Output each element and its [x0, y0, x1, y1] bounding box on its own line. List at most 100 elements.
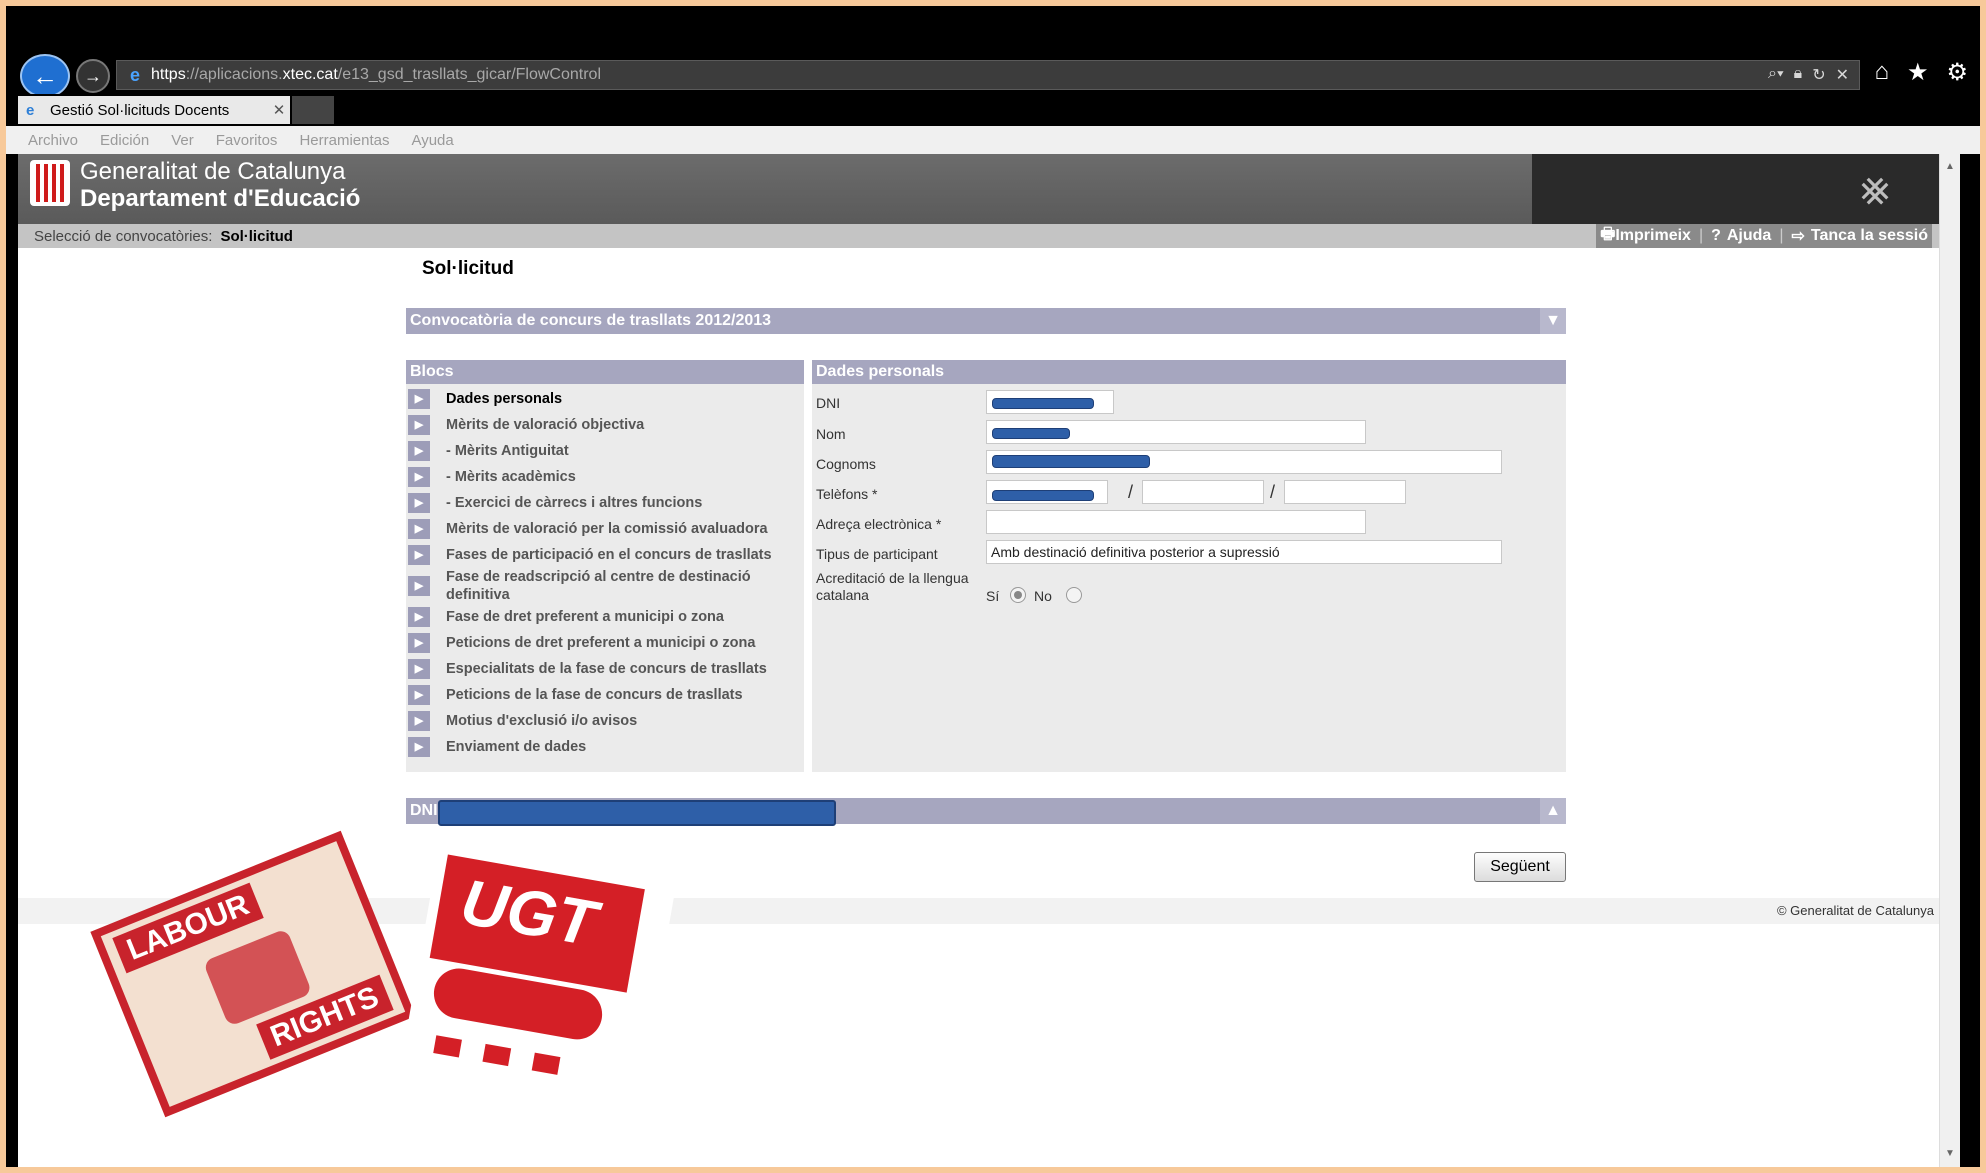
- emblem-icon: ⨳: [1860, 162, 1890, 215]
- dni-label: DNI: [816, 395, 841, 411]
- bloc-item[interactable]: ▶ Fase de dret preferent a municipi o zon…: [406, 604, 804, 630]
- bloc-item[interactable]: ▶ Motius d'exclusió i/o avisos: [406, 708, 804, 734]
- forward-button[interactable]: →: [76, 59, 110, 93]
- scrollbar[interactable]: ▲ ▼: [1939, 154, 1960, 1167]
- bloc-item[interactable]: ▶ Fase de readscripció al centre de desti…: [406, 568, 804, 604]
- arrow-right-icon: ▶: [408, 607, 430, 627]
- dades-personals-panel: Dades personals DNI Nom Cognoms Telèfons…: [812, 360, 1566, 772]
- close-icon[interactable]: ✕: [1836, 65, 1849, 85]
- new-tab-button[interactable]: [292, 96, 334, 124]
- generalitat-logo: [30, 160, 70, 206]
- arrow-right-icon: ▶: [408, 493, 430, 513]
- url-text: https://aplicacions.xtec.cat/e13_gsd_tra…: [151, 66, 602, 83]
- blocs-panel: Blocs ▶ Dades personals ▶ Mèrits de valora…: [406, 360, 804, 772]
- arrow-right-icon: ▶: [408, 633, 430, 653]
- page-viewport: Generalitat de Catalunya Departament d'E…: [18, 154, 1960, 1167]
- refresh-icon[interactable]: ↻: [1812, 65, 1825, 85]
- scroll-down-icon[interactable]: ▼: [1940, 1145, 1960, 1163]
- arrow-right-icon: ▶: [408, 519, 430, 539]
- tipus-label: Tipus de participant: [816, 546, 938, 562]
- blocs-header: Blocs: [406, 360, 804, 384]
- print-link[interactable]: Imprimeix: [1615, 227, 1691, 245]
- arrow-right-icon: →: [84, 65, 102, 86]
- logout-link[interactable]: Tanca la sessió: [1811, 227, 1928, 245]
- bloc-item[interactable]: ▶ Especialitats de la fase de concurs de …: [406, 656, 804, 682]
- star-icon[interactable]: ★: [1907, 58, 1929, 87]
- bloc-item[interactable]: ▶ Mèrits de valoració objectiva: [406, 412, 804, 438]
- back-button[interactable]: ←: [20, 54, 70, 98]
- print-icon: 🖶︎: [1600, 225, 1616, 243]
- menu-herramientas[interactable]: Herramientas: [299, 132, 389, 149]
- menu-archivo[interactable]: Archivo: [28, 132, 78, 149]
- cognoms-label: Cognoms: [816, 456, 876, 472]
- arrow-right-icon: ▶: [408, 737, 430, 757]
- telefon-2-field[interactable]: [1142, 480, 1264, 504]
- browser-window: ← → e https://aplicacions.xtec.cat/e13_g…: [6, 6, 1980, 1167]
- navigation-bar: ← → e https://aplicacions.xtec.cat/e13_g…: [6, 54, 1980, 98]
- bloc-item[interactable]: ▶ Peticions de dret preferent a municipi …: [406, 630, 804, 656]
- chevron-up-icon[interactable]: ▲: [1540, 798, 1566, 824]
- next-button[interactable]: Següent: [1474, 852, 1566, 882]
- radio-si[interactable]: [1010, 587, 1026, 603]
- arrow-right-icon: ▶: [408, 659, 430, 679]
- arrow-right-icon: ▶: [408, 389, 430, 409]
- org-name: Generalitat de Catalunya: [80, 158, 346, 185]
- breadcrumb-link[interactable]: Selecció de convocatòries:: [34, 228, 212, 245]
- labour-rights-logo: LABOUR RIGHTS: [90, 830, 416, 1118]
- bloc-item[interactable]: ▶ Dades personals: [406, 386, 804, 412]
- menu-ver[interactable]: Ver: [171, 132, 194, 149]
- header-links: 🖶︎ Imprimeix | ? Ajuda | ⇨ Tanca la sess…: [1596, 224, 1932, 248]
- email-field[interactable]: [986, 510, 1366, 534]
- menu-favoritos[interactable]: Favoritos: [216, 132, 278, 149]
- help-icon: ?: [1711, 227, 1721, 244]
- scroll-up-icon[interactable]: ▲: [1940, 158, 1960, 176]
- bloc-item[interactable]: ▶ - Mèrits acadèmics: [406, 464, 804, 490]
- logout-icon: ⇨: [1791, 228, 1805, 245]
- bloc-item[interactable]: ▶ - Exercici de càrrecs i altres funcions: [406, 490, 804, 516]
- home-icon[interactable]: ⌂: [1874, 58, 1889, 87]
- bloc-item[interactable]: ▶ - Mèrits Antiguitat: [406, 438, 804, 464]
- acreditacio-label: Acreditació de la llengua catalana: [816, 570, 969, 603]
- redaction-bar: [992, 398, 1094, 409]
- breadcrumb-current: Sol·licitud: [220, 227, 293, 245]
- arrow-right-icon: ▶: [408, 441, 430, 461]
- radio-no[interactable]: [1066, 587, 1082, 603]
- ie-icon: e: [26, 101, 35, 119]
- address-bar[interactable]: e https://aplicacions.xtec.cat/e13_gsd_t…: [116, 60, 1860, 90]
- tipus-field[interactable]: Amb destinació definitiva posterior a su…: [986, 540, 1502, 564]
- telefon-3-field[interactable]: [1284, 480, 1406, 504]
- browser-tab[interactable]: e Gestió Sol·licituds Docents ✕: [18, 96, 290, 124]
- menu-ayuda[interactable]: Ayuda: [411, 132, 453, 149]
- arrow-right-icon: ▶: [408, 711, 430, 731]
- breadcrumb: Selecció de convocatòries: Sol·licitud 🖶…: [18, 224, 1940, 248]
- bloc-item[interactable]: ▶ Mèrits de valoració per la comissió ava…: [406, 516, 804, 542]
- dni-band-label: DNI: [410, 802, 438, 819]
- footer-text: © Generalitat de Catalunya: [1776, 903, 1934, 918]
- bloc-item[interactable]: ▶ Fases de participació en el concurs de …: [406, 542, 804, 568]
- radio-no-label: No: [1034, 588, 1052, 604]
- arrow-left-icon: ←: [32, 60, 58, 91]
- redaction-bar: [992, 455, 1150, 468]
- tab-close-icon[interactable]: ✕: [268, 101, 290, 119]
- search-icon[interactable]: ⌕▾: [1768, 65, 1784, 85]
- ugt-logo: UGT: [401, 852, 675, 1102]
- redaction-bar: [438, 800, 836, 826]
- nom-label: Nom: [816, 426, 846, 442]
- tab-bar: e Gestió Sol·licituds Docents ✕: [6, 94, 1980, 126]
- lock-icon[interactable]: 🔒︎: [1794, 65, 1803, 85]
- bloc-item[interactable]: ▶ Enviament de dades: [406, 734, 804, 760]
- tab-title: Gestió Sol·licituds Docents: [50, 101, 230, 119]
- convocatoria-band[interactable]: Convocatòria de concurs de trasllats 201…: [406, 308, 1566, 334]
- gear-icon[interactable]: ⚙: [1946, 58, 1968, 87]
- ie-icon: e: [129, 65, 140, 85]
- help-link[interactable]: Ajuda: [1727, 227, 1771, 245]
- arrow-right-icon: ▶: [408, 467, 430, 487]
- chevron-down-icon[interactable]: ▼: [1540, 308, 1566, 334]
- arrow-right-icon: ▶: [408, 576, 430, 596]
- menu-edicion[interactable]: Edición: [100, 132, 149, 149]
- radio-si-label: Sí: [986, 588, 1000, 604]
- arrow-right-icon: ▶: [408, 415, 430, 435]
- bloc-item[interactable]: ▶ Peticions de la fase de concurs de tras…: [406, 682, 804, 708]
- dades-header: Dades personals: [812, 360, 1566, 384]
- email-label: Adreça electrònica *: [816, 516, 942, 532]
